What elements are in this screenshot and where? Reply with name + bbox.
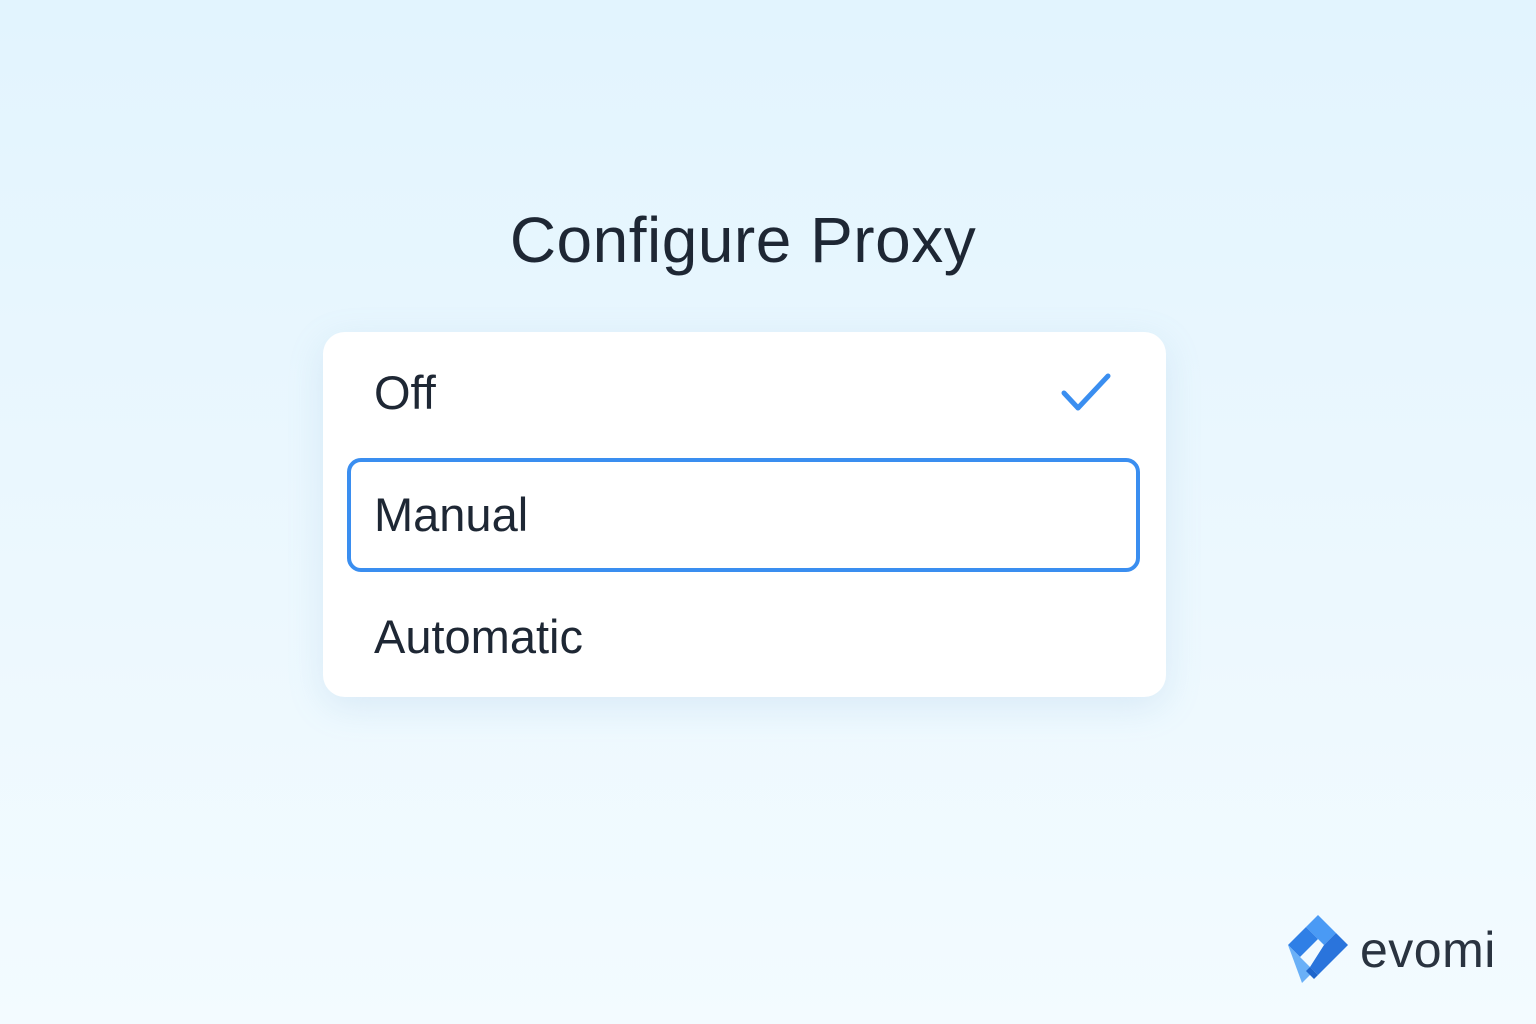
evomi-logo-icon	[1288, 915, 1348, 983]
page-title: Configure Proxy	[509, 204, 977, 276]
brand-logo: evomi	[1280, 913, 1496, 987]
check-icon	[1061, 373, 1111, 411]
option-off-label: Off	[374, 366, 436, 419]
option-automatic[interactable]: Automatic	[347, 580, 1140, 694]
option-manual[interactable]: Manual	[347, 458, 1140, 572]
option-manual-label: Manual	[374, 488, 529, 541]
brand-name: evomi	[1360, 922, 1496, 978]
proxy-options-list: Off Manual Automatic	[323, 332, 1166, 697]
option-off[interactable]: Off	[347, 336, 1140, 450]
option-automatic-label: Automatic	[374, 610, 583, 663]
